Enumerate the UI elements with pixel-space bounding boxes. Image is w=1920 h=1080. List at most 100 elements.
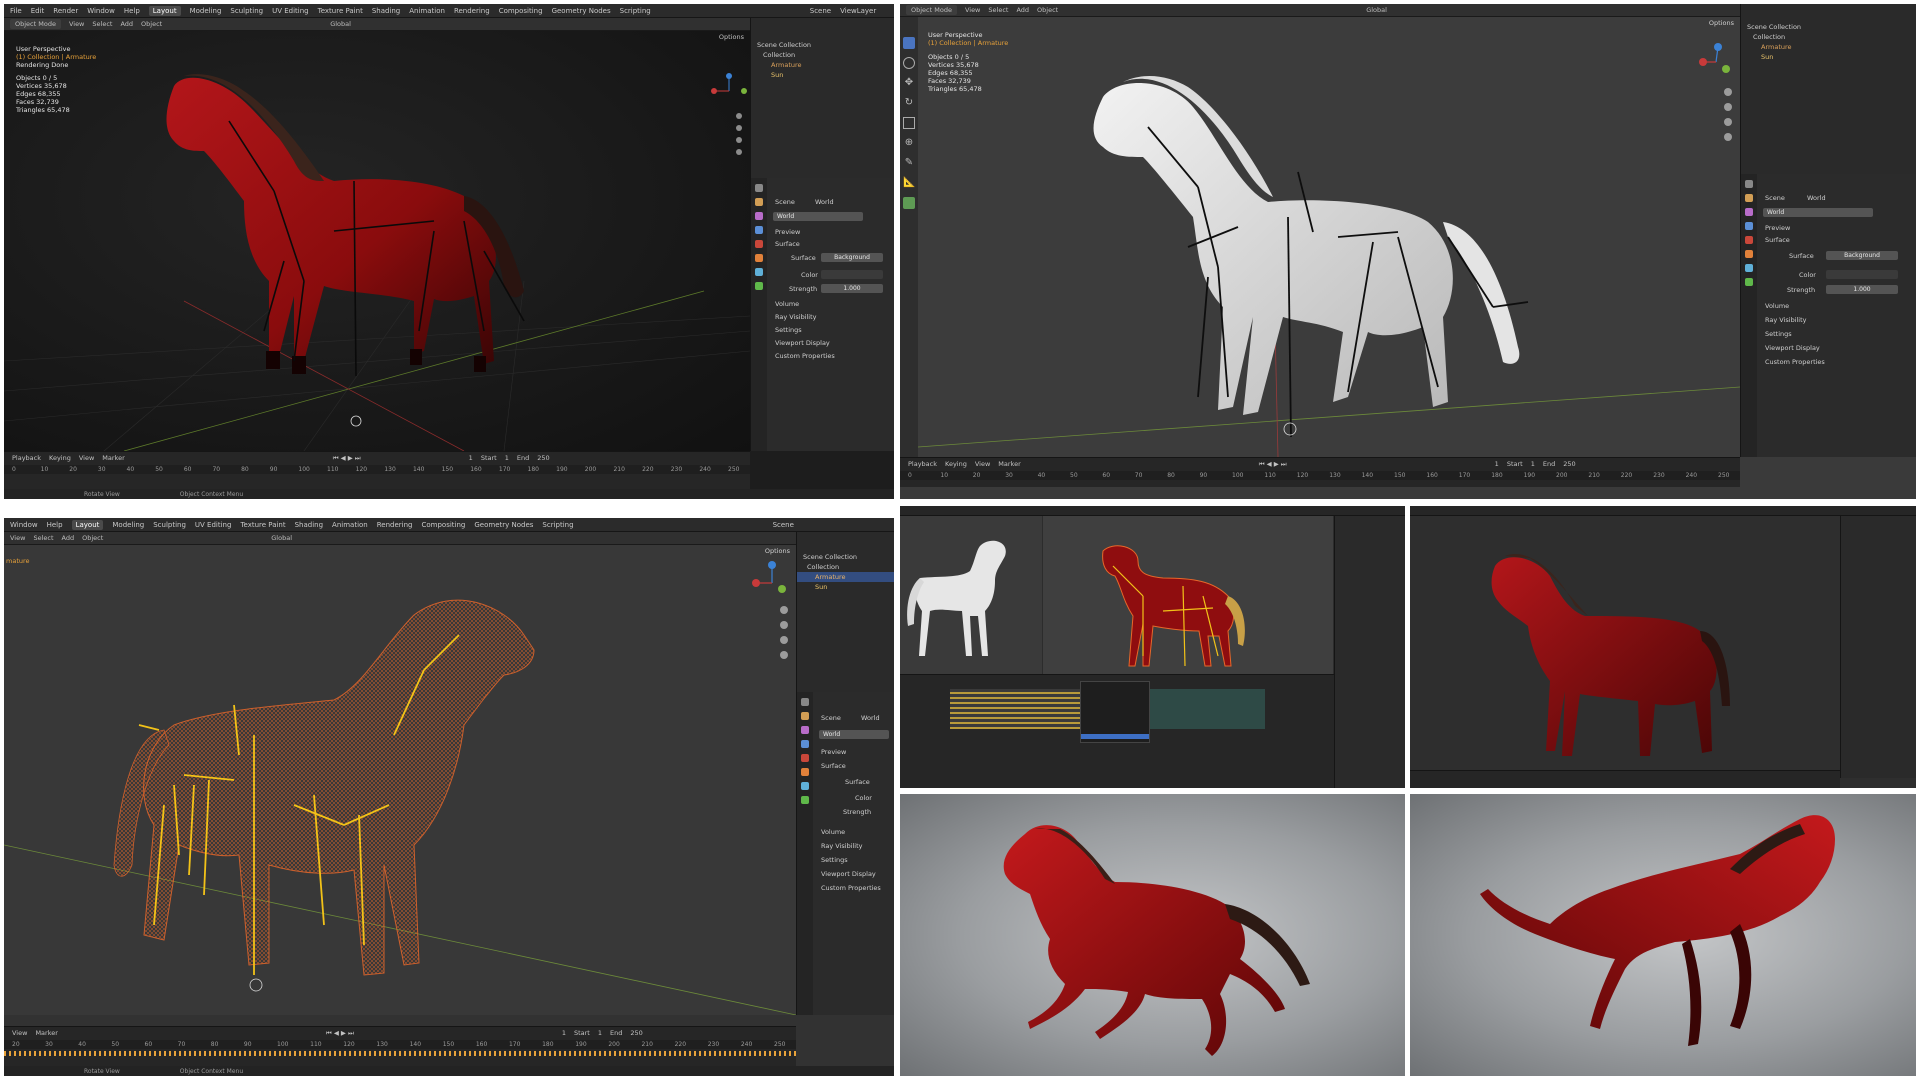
tab-geometry-nodes[interactable]: Geometry Nodes [552,7,611,15]
section-volume[interactable]: Volume [1765,302,1789,310]
tool-tab-icon[interactable] [801,698,809,706]
tab-uv-editing[interactable]: UV Editing [195,521,232,529]
menu-add[interactable]: Add [1016,6,1029,14]
timeline-marker-menu[interactable]: Marker [35,1029,57,1037]
camera-view-icon[interactable] [736,137,742,143]
menu-add[interactable]: Add [62,534,75,542]
outliner-collection[interactable]: Collection [797,562,894,572]
tab-texture-paint[interactable]: Texture Paint [240,521,285,529]
section-viewport-display[interactable]: Viewport Display [1765,344,1820,352]
menu-add[interactable]: Add [120,20,133,28]
outliner-sun[interactable]: Sun [797,582,894,592]
timeline-marker-menu[interactable]: Marker [998,460,1020,468]
timeline-view-menu[interactable]: View [79,454,94,462]
outliner-collection[interactable]: Collection [751,50,894,60]
section-ray-visibility[interactable]: Ray Visibility [1765,316,1807,324]
menu-file[interactable]: File [10,7,22,15]
tool-tab-icon[interactable] [755,184,763,192]
grid-view-icon[interactable] [736,149,742,155]
tab-uv-editing[interactable]: UV Editing [272,7,309,15]
color-swatch[interactable] [821,270,883,279]
viewport-nav-icons[interactable] [1724,88,1732,141]
breadcrumb-scene[interactable]: Scene [821,714,841,722]
outliner-armature[interactable]: Armature [1741,42,1916,52]
breadcrumb-world[interactable]: World [1807,194,1826,202]
tab-modeling[interactable]: Modeling [112,521,144,529]
pan-hand-icon[interactable] [736,125,742,131]
world-tab-icon[interactable] [801,754,809,762]
view-layer-tab-icon[interactable] [755,226,763,234]
outliner-scene-collection[interactable]: Scene Collection [751,40,894,50]
outliner-collection[interactable]: Collection [1741,32,1916,42]
data-tab-icon[interactable] [801,796,809,804]
scene-selector[interactable]: Scene [810,7,831,15]
breadcrumb-world[interactable]: World [815,198,834,206]
menu-help[interactable]: Help [124,7,140,15]
object-tab-icon[interactable] [1745,250,1753,258]
tab-compositing[interactable]: Compositing [499,7,543,15]
timeline-view-menu[interactable]: View [975,460,990,468]
section-settings[interactable]: Settings [821,856,848,864]
section-viewport-display[interactable]: Viewport Display [775,339,830,347]
zoom-icon[interactable] [736,113,742,119]
timeline-ruler[interactable]: 20 30 40 50 60 70 80 90 100 110 120 130 140 150 160 170… [4,1040,796,1049]
section-settings[interactable]: Settings [775,326,802,334]
gizmo-y-icon[interactable] [1722,65,1730,73]
gizmo-y-icon[interactable] [778,585,786,593]
menu-select[interactable]: Select [988,6,1008,14]
tab-texture-paint[interactable]: Texture Paint [318,7,363,15]
section-surface[interactable]: Surface [821,762,846,770]
navigation-gizmo[interactable] [711,73,747,94]
color-swatch[interactable] [1826,270,1898,279]
timeline-keying-menu[interactable]: Keying [945,460,967,468]
world-tab-icon[interactable] [755,240,763,248]
menu-render[interactable]: Render [53,7,78,15]
menu-window[interactable]: Window [87,7,115,15]
output-tab-icon[interactable] [1745,208,1753,216]
navigation-gizmo[interactable] [1699,43,1730,73]
section-ray-visibility[interactable]: Ray Visibility [821,842,863,850]
annotate-tool-icon[interactable]: ✎ [903,157,915,169]
timeline-ruler[interactable]: 0 10 20 30 40 50 60 70 80 90 100 110 120 130 140 150 160… [4,465,750,474]
menu-object[interactable]: Object [82,534,103,542]
orientation-dropdown[interactable]: Global [1366,6,1387,14]
navigation-gizmo[interactable] [752,561,786,593]
menu-help[interactable]: Help [47,521,63,529]
view-layer-selector[interactable]: ViewLayer [840,7,876,15]
world-selector[interactable]: World [773,212,863,221]
add-cube-tool-icon[interactable] [903,197,915,209]
section-volume[interactable]: Volume [775,300,799,308]
tab-shading[interactable]: Shading [295,521,323,529]
section-preview[interactable]: Preview [821,748,846,756]
tab-animation[interactable]: Animation [332,521,368,529]
tab-sculpting[interactable]: Sculpting [230,7,263,15]
outliner-sun[interactable]: Sun [1741,52,1916,62]
strength-field[interactable]: 1.000 [821,284,883,293]
menu-view[interactable]: View [69,20,84,28]
timeline-view-menu[interactable]: View [12,1029,27,1037]
breadcrumb-world[interactable]: World [861,714,880,722]
grid-view-icon[interactable] [1724,133,1732,141]
tab-rendering[interactable]: Rendering [377,521,413,529]
play-controls-icon[interactable]: ⏮ ◀ ▶ ⏭ [326,1029,354,1038]
3d-viewport[interactable]: Options mature [4,545,796,1015]
rotate-tool-icon[interactable]: ↻ [903,97,915,109]
output-tab-icon[interactable] [755,212,763,220]
menu-view[interactable]: View [10,534,25,542]
menu-select[interactable]: Select [92,20,112,28]
play-controls-icon[interactable]: ⏮ ◀ ▶ ⏭ [333,454,361,463]
select-tool-icon[interactable] [903,37,915,49]
pan-hand-icon[interactable] [780,621,788,629]
section-custom-properties[interactable]: Custom Properties [821,884,881,892]
play-controls-icon[interactable]: ⏮ ◀ ▶ ⏭ [1259,460,1287,469]
modifier-tab-icon[interactable] [801,782,809,790]
menu-view[interactable]: View [965,6,980,14]
3d-viewport[interactable]: Options User Perspective (1) Collection … [4,31,750,451]
orientation-dropdown[interactable]: Global [330,20,351,28]
scene-selector[interactable]: Scene [773,521,794,529]
outliner-scene-collection[interactable]: Scene Collection [797,552,894,562]
grid-view-icon[interactable] [780,651,788,659]
menu-select[interactable]: Select [33,534,53,542]
strength-field[interactable]: 1.000 [1826,285,1898,294]
scale-tool-icon[interactable] [903,117,915,129]
